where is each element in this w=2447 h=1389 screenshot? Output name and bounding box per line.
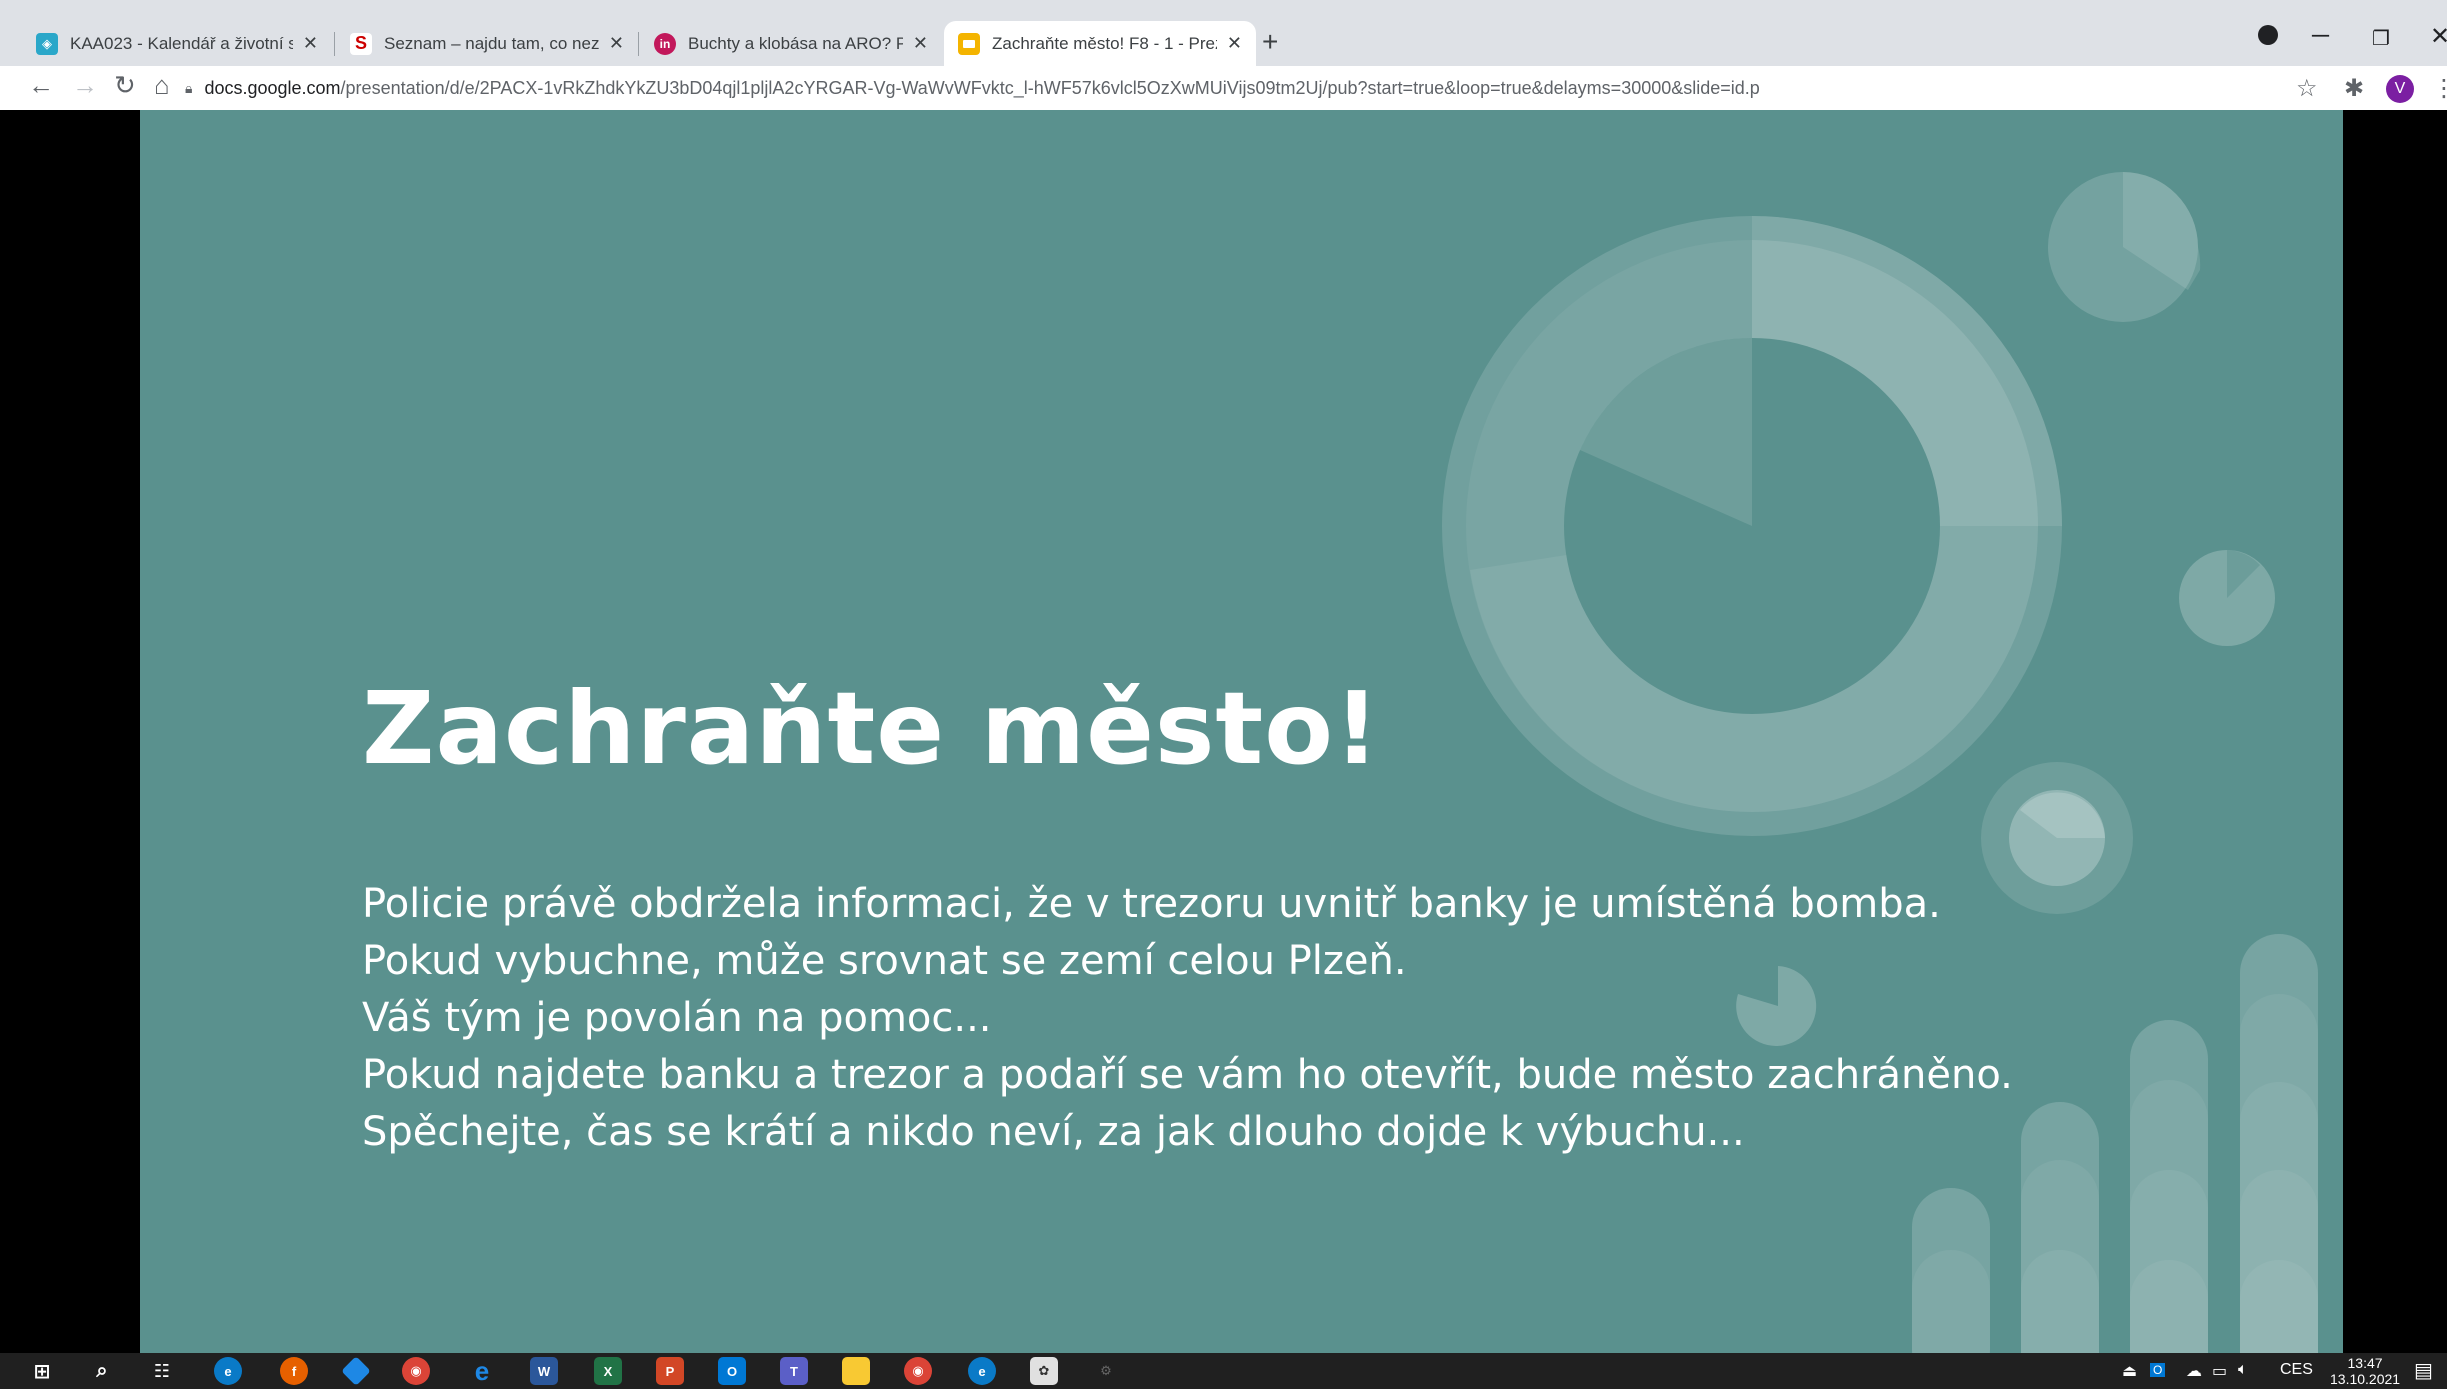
tab-zachrante-mesto[interactable]: Zachraňte město! F8 - 1 - Prezent ✕ xyxy=(944,21,1256,66)
tab-title: Buchty a klobása na ARO? Pro pr xyxy=(688,33,903,53)
ie-icon[interactable]: e xyxy=(468,1356,496,1386)
volume-icon[interactable]: 🔈︎ xyxy=(2238,1361,2248,1379)
slide-body-line: Pokud vybuchne, může srovnat se zemí cel… xyxy=(362,938,1407,984)
tab-title: Seznam – najdu tam, co neznám xyxy=(384,33,599,53)
pie-decoration-icon xyxy=(2179,550,2275,646)
onedrive-icon[interactable]: ☁ xyxy=(2186,1361,2202,1381)
slide: Zachraňte město! Policie právě obdržela … xyxy=(140,110,2343,1353)
usb-icon[interactable]: ⏏ xyxy=(2122,1361,2137,1381)
restore-icon[interactable]: ❐ xyxy=(2372,26,2390,51)
clock-time: 13:47 xyxy=(2347,1355,2383,1371)
excel-icon[interactable]: X xyxy=(594,1357,622,1385)
url-path: /presentation/d/e/2PACX-1vRkZhdkYkZU3bD0… xyxy=(340,77,1760,98)
clock-date: 13.10.2021 xyxy=(2330,1371,2401,1387)
slide-body-line: Policie právě obdržela informaci, že v t… xyxy=(362,881,1941,927)
tab-separator xyxy=(638,32,639,56)
close-icon[interactable]: ✕ xyxy=(303,33,318,54)
outlook-tray-icon[interactable]: O xyxy=(2150,1363,2166,1377)
presentation-viewer[interactable]: Zachraňte město! Policie právě obdržela … xyxy=(0,110,2447,1353)
news-icon: in xyxy=(654,32,676,55)
slide-body: Policie právě obdržela informaci, že v t… xyxy=(362,876,2013,1161)
minimize-icon[interactable]: ─ xyxy=(2312,22,2329,50)
powerpoint-icon[interactable]: P xyxy=(656,1357,684,1385)
tab-search-icon[interactable] xyxy=(2258,24,2278,52)
back-arrow-icon[interactable]: ← xyxy=(28,70,54,101)
tab-seznam[interactable]: S Seznam – najdu tam, co neznám ✕ xyxy=(336,21,638,66)
chrome-icon[interactable]: ◉ xyxy=(402,1357,430,1385)
teams-icon[interactable]: T xyxy=(780,1357,808,1385)
outlook-icon[interactable]: O xyxy=(718,1357,746,1385)
notifications-icon[interactable]: ▤ xyxy=(2414,1358,2433,1383)
close-icon[interactable]: ✕ xyxy=(1227,33,1242,54)
network-icon[interactable]: ▭ xyxy=(2212,1361,2227,1381)
task-view-icon[interactable]: ☷ xyxy=(148,1357,176,1385)
tab-buchty[interactable]: in Buchty a klobása na ARO? Pro pr ✕ xyxy=(640,21,942,66)
pie-decoration-icon xyxy=(2048,172,2201,322)
address-bar[interactable]: 🔒︎ docs.google.com/presentation/d/e/2PAC… xyxy=(185,70,2275,106)
slides-icon xyxy=(958,32,980,55)
firefox-icon[interactable]: f xyxy=(280,1357,308,1385)
start-icon[interactable]: ⊞ xyxy=(28,1357,56,1385)
slide-body-line: Pokud najdete banku a trezor a podaří se… xyxy=(362,1052,2013,1098)
url-host: docs.google.com xyxy=(204,77,341,98)
forward-arrow-icon[interactable]: → xyxy=(72,70,98,101)
home-icon[interactable]: ⌂ xyxy=(154,70,170,101)
edge-icon[interactable]: e xyxy=(968,1357,996,1385)
donut-decoration-icon xyxy=(1442,216,2062,836)
word-icon[interactable]: W xyxy=(530,1357,558,1385)
browser-toolbar: ← → ↻ ⌂ 🔒︎ docs.google.com/presentation/… xyxy=(0,66,2447,110)
bookmark-star-icon[interactable]: ☆ xyxy=(2296,74,2318,103)
slide-body-line: Váš tým je povolán na pomoc... xyxy=(362,995,992,1041)
menu-kebab-icon[interactable]: ⋮ xyxy=(2432,74,2447,103)
app-icon[interactable]: ⚙ xyxy=(1092,1357,1120,1385)
close-icon[interactable]: ✕ xyxy=(609,33,624,54)
kaa-icon: ◈ xyxy=(36,32,58,55)
seznam-icon: S xyxy=(350,32,372,55)
windows-taskbar: ⊞ ⌕ ☷ e f ◉ e W X P O T ◉ e ✿ ⚙ ⏏ O ☁ ▭ … xyxy=(0,1353,2447,1389)
app-icon[interactable]: ✿ xyxy=(1030,1357,1058,1385)
close-window-icon[interactable]: ✕ xyxy=(2430,22,2447,51)
search-icon[interactable]: ⌕ xyxy=(88,1357,116,1385)
lock-icon: 🔒︎ xyxy=(185,79,193,96)
edge-icon[interactable]: e xyxy=(214,1357,242,1385)
new-tab-button[interactable]: + xyxy=(1262,26,1278,58)
slide-title: Zachraňte město! xyxy=(362,670,1381,787)
tab-title: KAA023 - Kalendář a životní situa xyxy=(70,33,293,53)
tab-separator xyxy=(334,32,335,56)
browser-tab-strip: ◈ KAA023 - Kalendář a životní situa ✕ S … xyxy=(0,0,2447,66)
file-explorer-icon[interactable] xyxy=(842,1357,870,1385)
app-icon[interactable] xyxy=(341,1356,371,1386)
profile-avatar[interactable]: V xyxy=(2386,75,2414,103)
tab-title: Zachraňte město! F8 - 1 - Prezent xyxy=(992,33,1217,53)
slide-body-line: Spěchejte, čas se krátí a nikdo neví, za… xyxy=(362,1109,1745,1155)
reload-icon[interactable]: ↻ xyxy=(114,70,136,101)
tab-kaa023[interactable]: ◈ KAA023 - Kalendář a životní situa ✕ xyxy=(22,21,332,66)
system-clock[interactable]: 13:47 13.10.2021 xyxy=(2330,1355,2400,1387)
chrome-icon[interactable]: ◉ xyxy=(904,1357,932,1385)
close-icon[interactable]: ✕ xyxy=(913,33,928,54)
extensions-puzzle-icon[interactable]: ✱ xyxy=(2344,74,2364,103)
language-indicator[interactable]: CES xyxy=(2280,1361,2313,1379)
